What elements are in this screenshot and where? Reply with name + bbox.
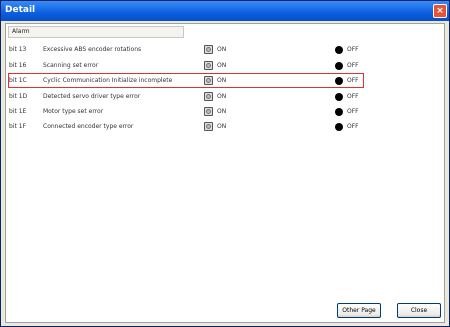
table-row: bit 13 Excessive ABS encoder rotations O… [6,42,444,57]
off-label: OFF [347,123,359,130]
table-row: bit 1D Detected servo driver type error … [6,89,444,104]
off-label: OFF [347,46,359,53]
bit-label: bit 1F [9,123,27,130]
on-label: ON [217,123,227,130]
window-title: Detail [5,5,36,15]
off-label: OFF [347,77,359,84]
on-label: ON [217,108,227,115]
off-label: OFF [347,108,359,115]
bit-label: bit 13 [9,46,27,53]
alarm-description: Motor type set error [43,108,104,115]
alarm-description: Excessive ABS encoder rotations [43,46,142,53]
alarm-description: Scanning set error [43,62,99,69]
detail-window: Detail × Alarm bit 13 Excessive ABS enco… [0,0,450,327]
off-indicator-icon [335,77,343,85]
alarm-description: Cyclic Communication Initialize incomple… [43,77,173,84]
alarm-panel: Alarm bit 13 Excessive ABS encoder rotat… [5,23,445,323]
bit-label: bit 16 [9,62,27,69]
on-indicator-icon [204,45,213,54]
bit-label: bit 1C [9,77,27,84]
off-indicator-icon [335,123,343,131]
off-indicator-icon [335,108,343,116]
on-label: ON [217,77,227,84]
off-indicator-icon [335,93,343,101]
on-indicator-icon [204,107,213,116]
alarm-description: Detected servo driver type error [43,93,141,100]
on-label: ON [217,46,227,53]
bit-label: bit 1E [9,108,27,115]
other-page-button[interactable]: Other Page [337,303,381,318]
on-indicator-icon [204,61,213,70]
on-label: ON [217,93,227,100]
table-row: bit 16 Scanning set error ON OFF [6,58,444,73]
on-indicator-icon [204,122,213,131]
bit-label: bit 1D [9,93,28,100]
table-row-highlighted: bit 1C Cyclic Communication Initialize i… [6,73,444,88]
title-bar[interactable]: Detail × [1,1,449,21]
off-indicator-icon [335,46,343,54]
alarm-description: Connected encoder type error [43,123,134,130]
off-indicator-icon [335,62,343,70]
off-label: OFF [347,62,359,69]
table-row: bit 1F Connected encoder type error ON O… [6,119,444,134]
on-indicator-icon [204,92,213,101]
on-indicator-icon [204,76,213,85]
on-label: ON [217,62,227,69]
alarm-column-header: Alarm [8,26,184,38]
close-button[interactable]: Close [397,303,441,318]
close-icon[interactable]: × [433,4,447,18]
off-label: OFF [347,93,359,100]
table-row: bit 1E Motor type set error ON OFF [6,104,444,119]
